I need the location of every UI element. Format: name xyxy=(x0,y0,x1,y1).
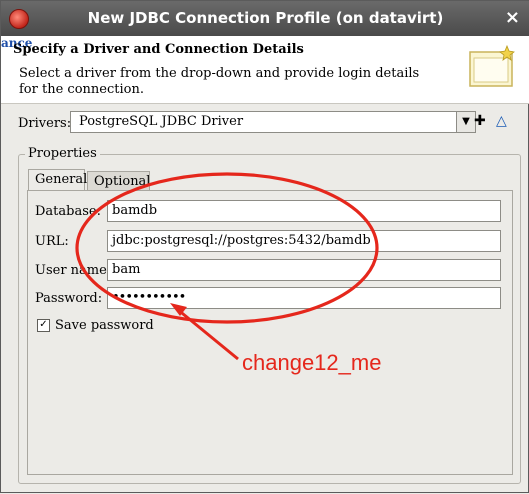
annotation-arrow xyxy=(176,307,239,361)
dialog-window: New JDBC Connection Profile (on datavirt… xyxy=(0,0,529,493)
annotation-ellipse xyxy=(75,172,379,324)
annotation-text: change12_me xyxy=(242,350,382,375)
annotation-overlay xyxy=(75,172,379,361)
